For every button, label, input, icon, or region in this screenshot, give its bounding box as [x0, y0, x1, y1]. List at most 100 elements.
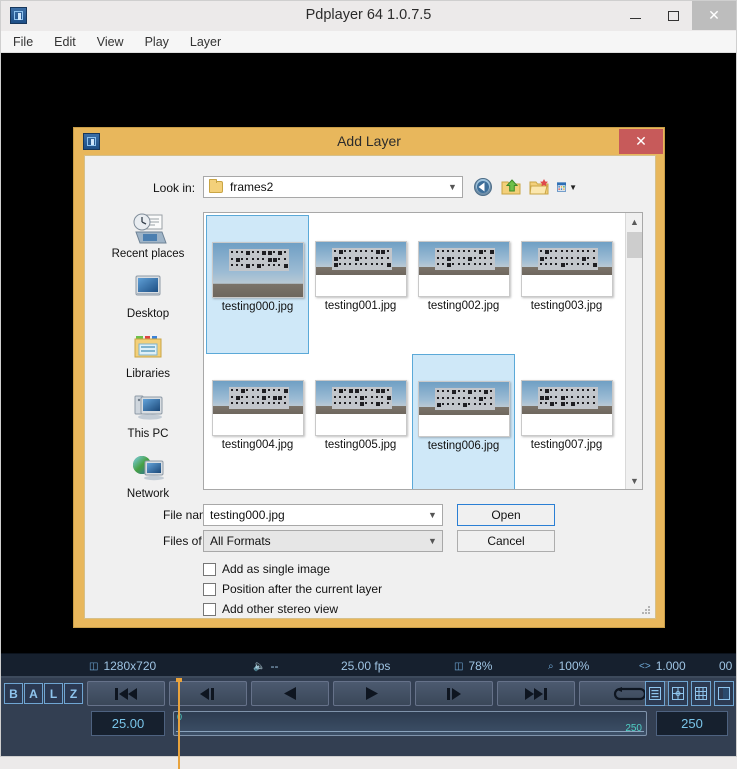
recent-places-icon [128, 212, 168, 246]
channel-button-z[interactable]: Z [64, 683, 83, 704]
scroll-up-icon[interactable]: ▲ [626, 213, 642, 230]
playhead-handle[interactable] [176, 678, 182, 682]
status-zoom-fit: ◫ 78% [454, 659, 493, 673]
file-grid: testing000.jpg testing001.jpg testing002.j… [204, 213, 622, 489]
filetype-chevron-down-icon[interactable]: ▼ [423, 531, 442, 551]
fps-field[interactable]: 25.00 [91, 711, 165, 736]
place-recent-places[interactable]: Recent places [99, 212, 197, 272]
place-label: Network [126, 488, 170, 500]
file-list[interactable]: testing000.jpg testing001.jpg testing002.j… [203, 212, 643, 490]
status-zoom: ⌕ 100% [548, 659, 590, 673]
minimize-button[interactable] [616, 1, 654, 30]
channel-button-a[interactable]: A [24, 683, 43, 704]
checkbox-add-other-stereo-view[interactable]: Add other stereo view [203, 602, 338, 616]
filename-chevron-down-icon[interactable]: ▼ [423, 505, 442, 525]
lookin-dropdown[interactable]: frames2 ▼ [203, 176, 463, 198]
thumbnail-building [228, 387, 289, 409]
open-button[interactable]: Open [457, 504, 555, 526]
status-audio: 🔈 -- [253, 659, 279, 673]
up-folder-icon[interactable] [501, 177, 521, 197]
file-name-label: testing007.jpg [530, 439, 603, 451]
checkbox-label: Add other stereo view [222, 602, 339, 616]
file-item[interactable]: testing005.jpg [309, 354, 412, 489]
resolution-icon: ◫ [89, 660, 99, 672]
dialog-body: Look in: frames2 ▼ ▼ Recent places Deskt… [84, 155, 656, 619]
view-mode-chevron[interactable]: ▼ [569, 183, 577, 192]
place-this-pc[interactable]: This PC [99, 392, 197, 452]
grid-view-icon[interactable] [691, 681, 711, 706]
thumbnail-building [331, 387, 392, 409]
file-item[interactable]: testing002.jpg [412, 215, 515, 354]
file-list-scrollbar[interactable]: ▲ ▼ [625, 213, 642, 489]
place-network[interactable]: Network [99, 452, 197, 512]
new-folder-icon[interactable] [529, 177, 549, 197]
menu-item-edit[interactable]: Edit [54, 35, 76, 49]
thumbnail-building [331, 248, 392, 270]
status-resolution: ◫ 1280x720 [89, 659, 157, 673]
play-backward-button[interactable] [251, 681, 329, 706]
channel-button-b[interactable]: B [4, 683, 23, 704]
close-button[interactable]: ✕ [692, 1, 736, 30]
checkbox-box[interactable] [203, 562, 216, 576]
step-back-button[interactable] [169, 681, 247, 706]
checkbox-box[interactable] [203, 582, 216, 596]
file-thumbnail-wrap [517, 354, 616, 439]
place-label: Recent places [111, 248, 185, 260]
maximize-button[interactable] [654, 1, 692, 30]
desktop-icon [128, 272, 168, 306]
channel-button-group: B A L Z [4, 683, 84, 704]
menu-item-view[interactable]: View [97, 35, 124, 49]
file-name-label: testing002.jpg [427, 300, 500, 312]
file-item[interactable]: testing000.jpg [206, 215, 309, 354]
checkbox-box[interactable] [203, 602, 216, 616]
folder-icon [209, 179, 223, 193]
this-pc-icon [128, 392, 168, 426]
file-thumbnail [211, 242, 304, 298]
fit-icon: ◫ [454, 660, 464, 672]
channel-button-l[interactable]: L [44, 683, 63, 704]
menu-item-play[interactable]: Play [145, 35, 169, 49]
view-mode-icon[interactable]: ▼ [557, 177, 577, 197]
file-thumbnail-wrap [517, 215, 616, 300]
filename-input[interactable]: testing000.jpg ▼ [203, 504, 443, 526]
cancel-button[interactable]: Cancel [457, 530, 555, 552]
list-view-icon[interactable] [645, 681, 665, 706]
window-controls: ✕ [616, 1, 736, 30]
title-bar: Pdplayer 64 1.0.7.5 ✕ [1, 1, 736, 31]
play-forward-button[interactable] [333, 681, 411, 706]
file-item[interactable]: testing007.jpg [515, 354, 618, 489]
scroll-down-icon[interactable]: ▼ [626, 472, 642, 489]
file-item[interactable]: testing001.jpg [309, 215, 412, 354]
step-forward-button[interactable] [415, 681, 493, 706]
checkbox-add-as-single-image[interactable]: Add as single image [203, 562, 330, 576]
file-item[interactable]: testing006.jpg [412, 354, 515, 489]
chevron-down-icon[interactable]: ▼ [443, 177, 462, 197]
file-name-label: testing004.jpg [221, 439, 294, 451]
file-thumbnail [520, 241, 613, 297]
scrollbar-thumb[interactable] [627, 232, 642, 258]
end-frame-field[interactable]: 250 [656, 711, 728, 736]
file-name-label: testing003.jpg [530, 300, 603, 312]
frame-range-slider[interactable]: 0 250 [173, 711, 647, 736]
place-label: This PC [127, 428, 169, 440]
file-thumbnail [314, 380, 407, 436]
go-to-start-button[interactable] [87, 681, 165, 706]
playhead[interactable] [178, 679, 180, 769]
dialog-close-button[interactable]: ✕ [619, 129, 663, 154]
filename-row: File name: testing000.jpg ▼ Open [85, 504, 657, 526]
menu-item-layer[interactable]: Layer [190, 35, 221, 49]
status-frame: 00 [719, 659, 733, 673]
file-item[interactable]: testing003.jpg [515, 215, 618, 354]
file-thumbnail [314, 241, 407, 297]
compare-view-icon[interactable] [714, 681, 734, 706]
back-icon[interactable] [473, 177, 493, 197]
menu-item-file[interactable]: File [13, 35, 33, 49]
filetype-dropdown[interactable]: All Formats ▼ [203, 530, 443, 552]
place-libraries[interactable]: Libraries [99, 332, 197, 392]
file-item[interactable]: testing004.jpg [206, 354, 309, 489]
resize-grip[interactable] [641, 605, 651, 615]
checkbox-position-after-current-layer[interactable]: Position after the current layer [203, 582, 382, 596]
go-to-end-button[interactable] [497, 681, 575, 706]
center-view-icon[interactable] [668, 681, 688, 706]
place-desktop[interactable]: Desktop [99, 272, 197, 332]
